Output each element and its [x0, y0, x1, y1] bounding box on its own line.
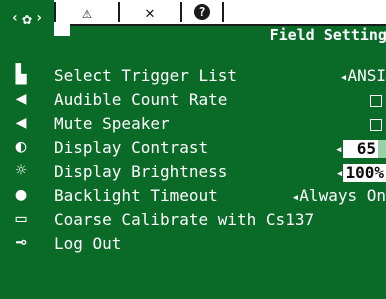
trigger-list-icon: ▙	[15, 64, 27, 85]
menu-item-trigger-list[interactable]: Select Trigger List ◂ANSI	[44, 64, 386, 88]
backlight-icon: ●	[15, 184, 27, 205]
menu-item-display-brightness[interactable]: Display Brightness ◂ 100%	[44, 160, 386, 184]
menu-item-label: Log Out	[54, 234, 122, 253]
help-icon: ?	[194, 4, 210, 20]
backlight-timeout-value-text: Always On	[299, 186, 386, 205]
logout-key-icon: ⊸	[15, 232, 27, 253]
trigger-list-value-text: ANSI	[347, 66, 386, 85]
tab-right-arrow[interactable]: ›	[35, 10, 43, 26]
brightness-value-field[interactable]: ◂ 100%	[336, 160, 386, 186]
brightness-icon: ☼	[15, 160, 27, 181]
menu-item-label: Mute Speaker	[54, 114, 170, 133]
audible-count-rate-checkbox[interactable]	[370, 88, 382, 112]
value-left-arrow-icon: ◂	[334, 142, 343, 157]
menu-item-label: Display Contrast	[54, 138, 209, 157]
alarm-icon: ⚠	[82, 2, 92, 22]
mute-speaker-checkbox[interactable]	[370, 112, 382, 136]
menu-item-backlight-timeout[interactable]: Backlight Timeout ◂Always On	[44, 184, 386, 208]
contrast-level-bar	[378, 139, 386, 158]
contrast-value-field[interactable]: ◂ 65	[335, 136, 386, 162]
menu-item-label: Backlight Timeout	[54, 186, 218, 205]
contrast-icon: ◐	[15, 136, 27, 157]
speaker-icon: ◀	[15, 88, 27, 109]
menu-item-label: Display Brightness	[54, 162, 228, 181]
tab-help[interactable]: ?	[182, 0, 222, 24]
tab-alarms[interactable]: ⚠	[56, 0, 118, 24]
menu-item-label: Coarse Calibrate with Cs137	[54, 210, 315, 229]
menu-item-mute-speaker[interactable]: Mute Speaker	[44, 112, 386, 136]
tab-left-arrow[interactable]: ‹	[11, 10, 19, 26]
backlight-timeout-value[interactable]: ◂Always On	[291, 184, 386, 210]
menu-item-log-out[interactable]: Log Out	[44, 232, 386, 256]
side-icon-strip: ▙ ◀ ◀ ◐ ☼ ● ▭ ⊸	[0, 36, 44, 299]
device-screen: ‹ ✿ › ⚠ ✕ ? Field Settings ▙ ◀ ◀ ◐ ☼ ● ▭…	[0, 0, 386, 299]
menu-item-coarse-calibrate[interactable]: Coarse Calibrate with Cs137	[44, 208, 386, 232]
page-title: Field Settings	[269, 26, 386, 44]
tools-icon: ✕	[145, 2, 155, 22]
menu-item-display-contrast[interactable]: Display Contrast ◂ 65	[44, 136, 386, 160]
menu-item-audible-count-rate[interactable]: Audible Count Rate	[44, 88, 386, 112]
brightness-value: 100%	[343, 162, 386, 182]
tab-tools[interactable]: ✕	[120, 0, 180, 24]
tab-settings[interactable]: ‹ ✿ ›	[0, 0, 54, 37]
contrast-value: 65	[342, 139, 378, 158]
menu-item-label: Audible Count Rate	[54, 90, 228, 109]
menu-item-label: Select Trigger List	[54, 66, 238, 85]
calibrate-icon: ▭	[15, 208, 27, 229]
trigger-list-value[interactable]: ◂ANSI	[340, 64, 386, 90]
mute-icon: ◀	[15, 112, 27, 133]
value-left-arrow-icon: ◂	[335, 166, 344, 181]
tab-separator	[222, 2, 224, 22]
page-header: Field Settings	[70, 26, 386, 44]
gear-icon: ✿	[22, 8, 32, 28]
